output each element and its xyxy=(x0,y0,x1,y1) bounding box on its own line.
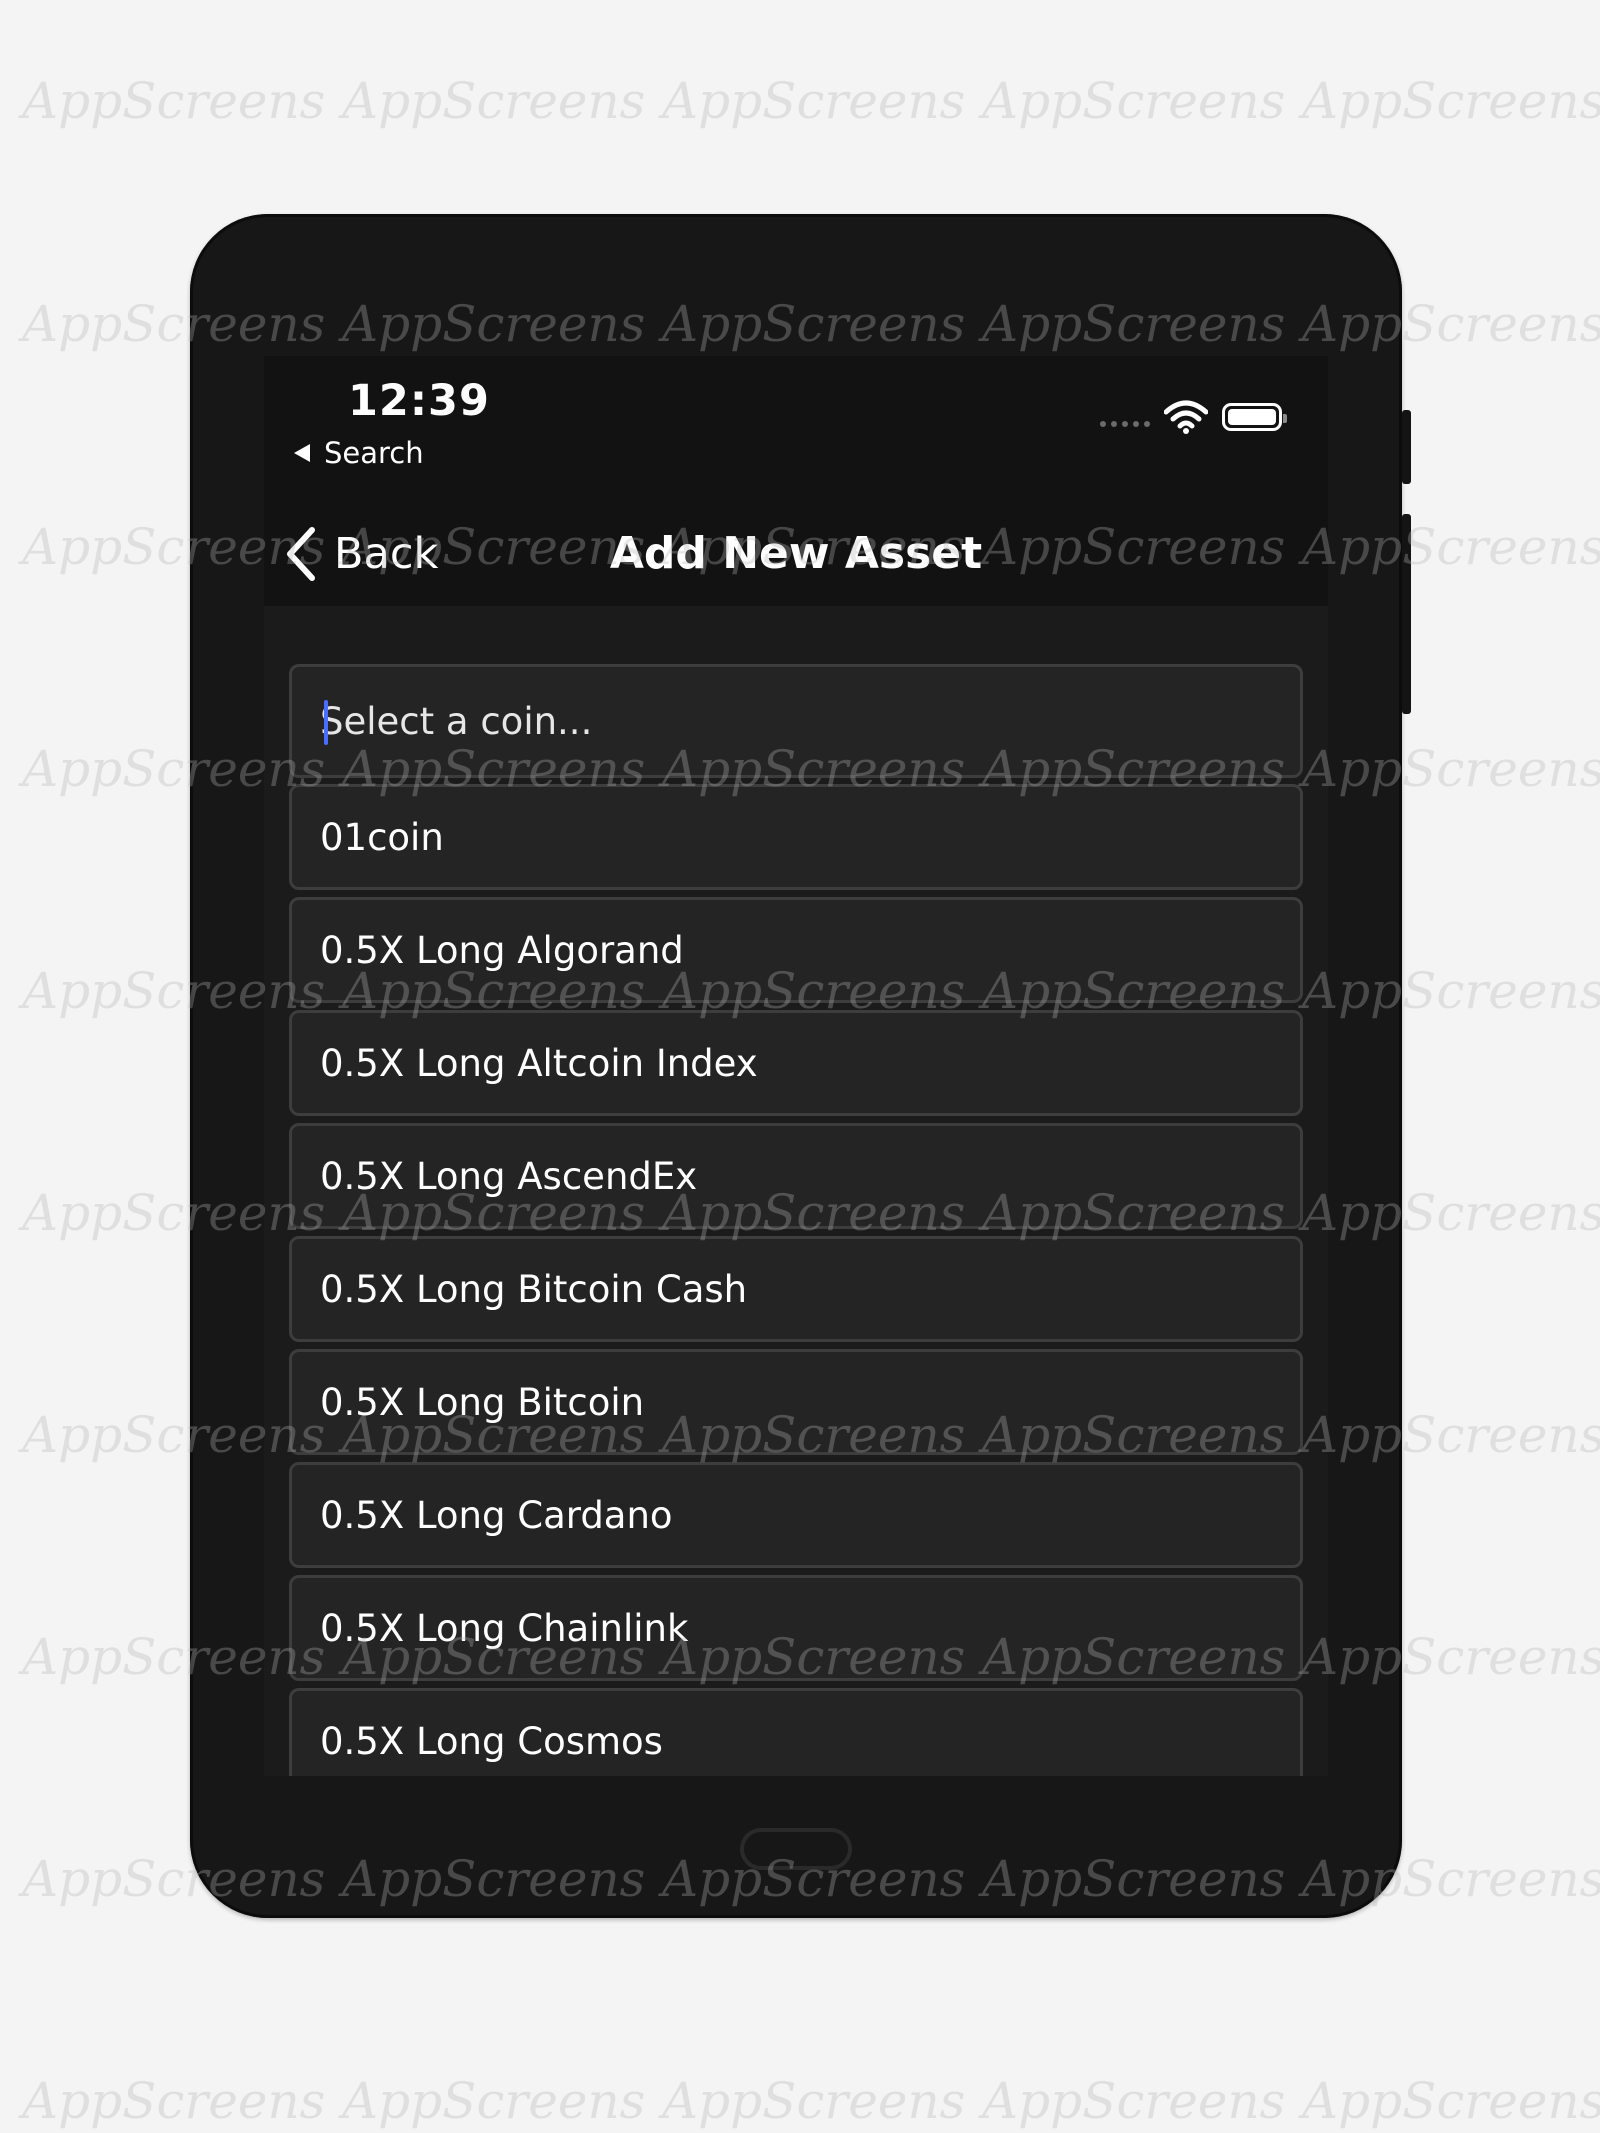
top-side-button xyxy=(1402,410,1411,484)
signal-icon xyxy=(1100,421,1150,427)
coin-picker: 01coin 0.5X Long Algorand 0.5X Long Altc… xyxy=(289,664,1303,1776)
volume-button xyxy=(1402,514,1411,714)
coin-list-item[interactable]: 0.5X Long Cosmos xyxy=(289,1688,1303,1776)
home-button xyxy=(740,1828,852,1870)
coin-list-item[interactable]: 0.5X Long Altcoin Index xyxy=(289,1010,1303,1116)
navigation-bar: Back Add New Asset xyxy=(264,496,1328,606)
status-indicators xyxy=(1100,400,1287,434)
coin-list-item[interactable]: 0.5X Long Chainlink xyxy=(289,1575,1303,1681)
coin-search-input[interactable] xyxy=(292,667,1300,775)
app-screen: 12:39 Search Back Add New Asset Select a… xyxy=(264,356,1328,1776)
status-bar: 12:39 Search xyxy=(264,356,1328,496)
text-caret xyxy=(324,700,328,745)
watermark-row: AppScreens AppScreens AppScreens AppScreens… xyxy=(22,72,1600,130)
coin-list-item[interactable]: 0.5X Long AscendEx xyxy=(289,1123,1303,1229)
back-app-label: Search xyxy=(324,436,424,470)
coin-list-item[interactable]: 0.5X Long Algorand xyxy=(289,897,1303,1003)
back-to-search-link[interactable]: Search xyxy=(294,436,424,470)
coin-list-item[interactable]: 0.5X Long Cardano xyxy=(289,1462,1303,1568)
status-time: 12:39 xyxy=(348,376,490,426)
coin-list-item[interactable]: 01coin xyxy=(289,784,1303,890)
page-title: Add New Asset xyxy=(609,528,983,579)
battery-icon xyxy=(1222,403,1287,431)
watermark-row: AppScreens AppScreens AppScreens AppScreens… xyxy=(22,2072,1600,2130)
coin-list-item[interactable]: 0.5X Long Bitcoin Cash xyxy=(289,1236,1303,1342)
back-triangle-icon xyxy=(294,444,310,462)
coin-search-box[interactable] xyxy=(289,664,1303,778)
wifi-icon xyxy=(1164,400,1208,434)
coin-list: 01coin 0.5X Long Algorand 0.5X Long Altc… xyxy=(289,784,1303,1776)
coin-list-item[interactable]: 0.5X Long Bitcoin xyxy=(289,1349,1303,1455)
